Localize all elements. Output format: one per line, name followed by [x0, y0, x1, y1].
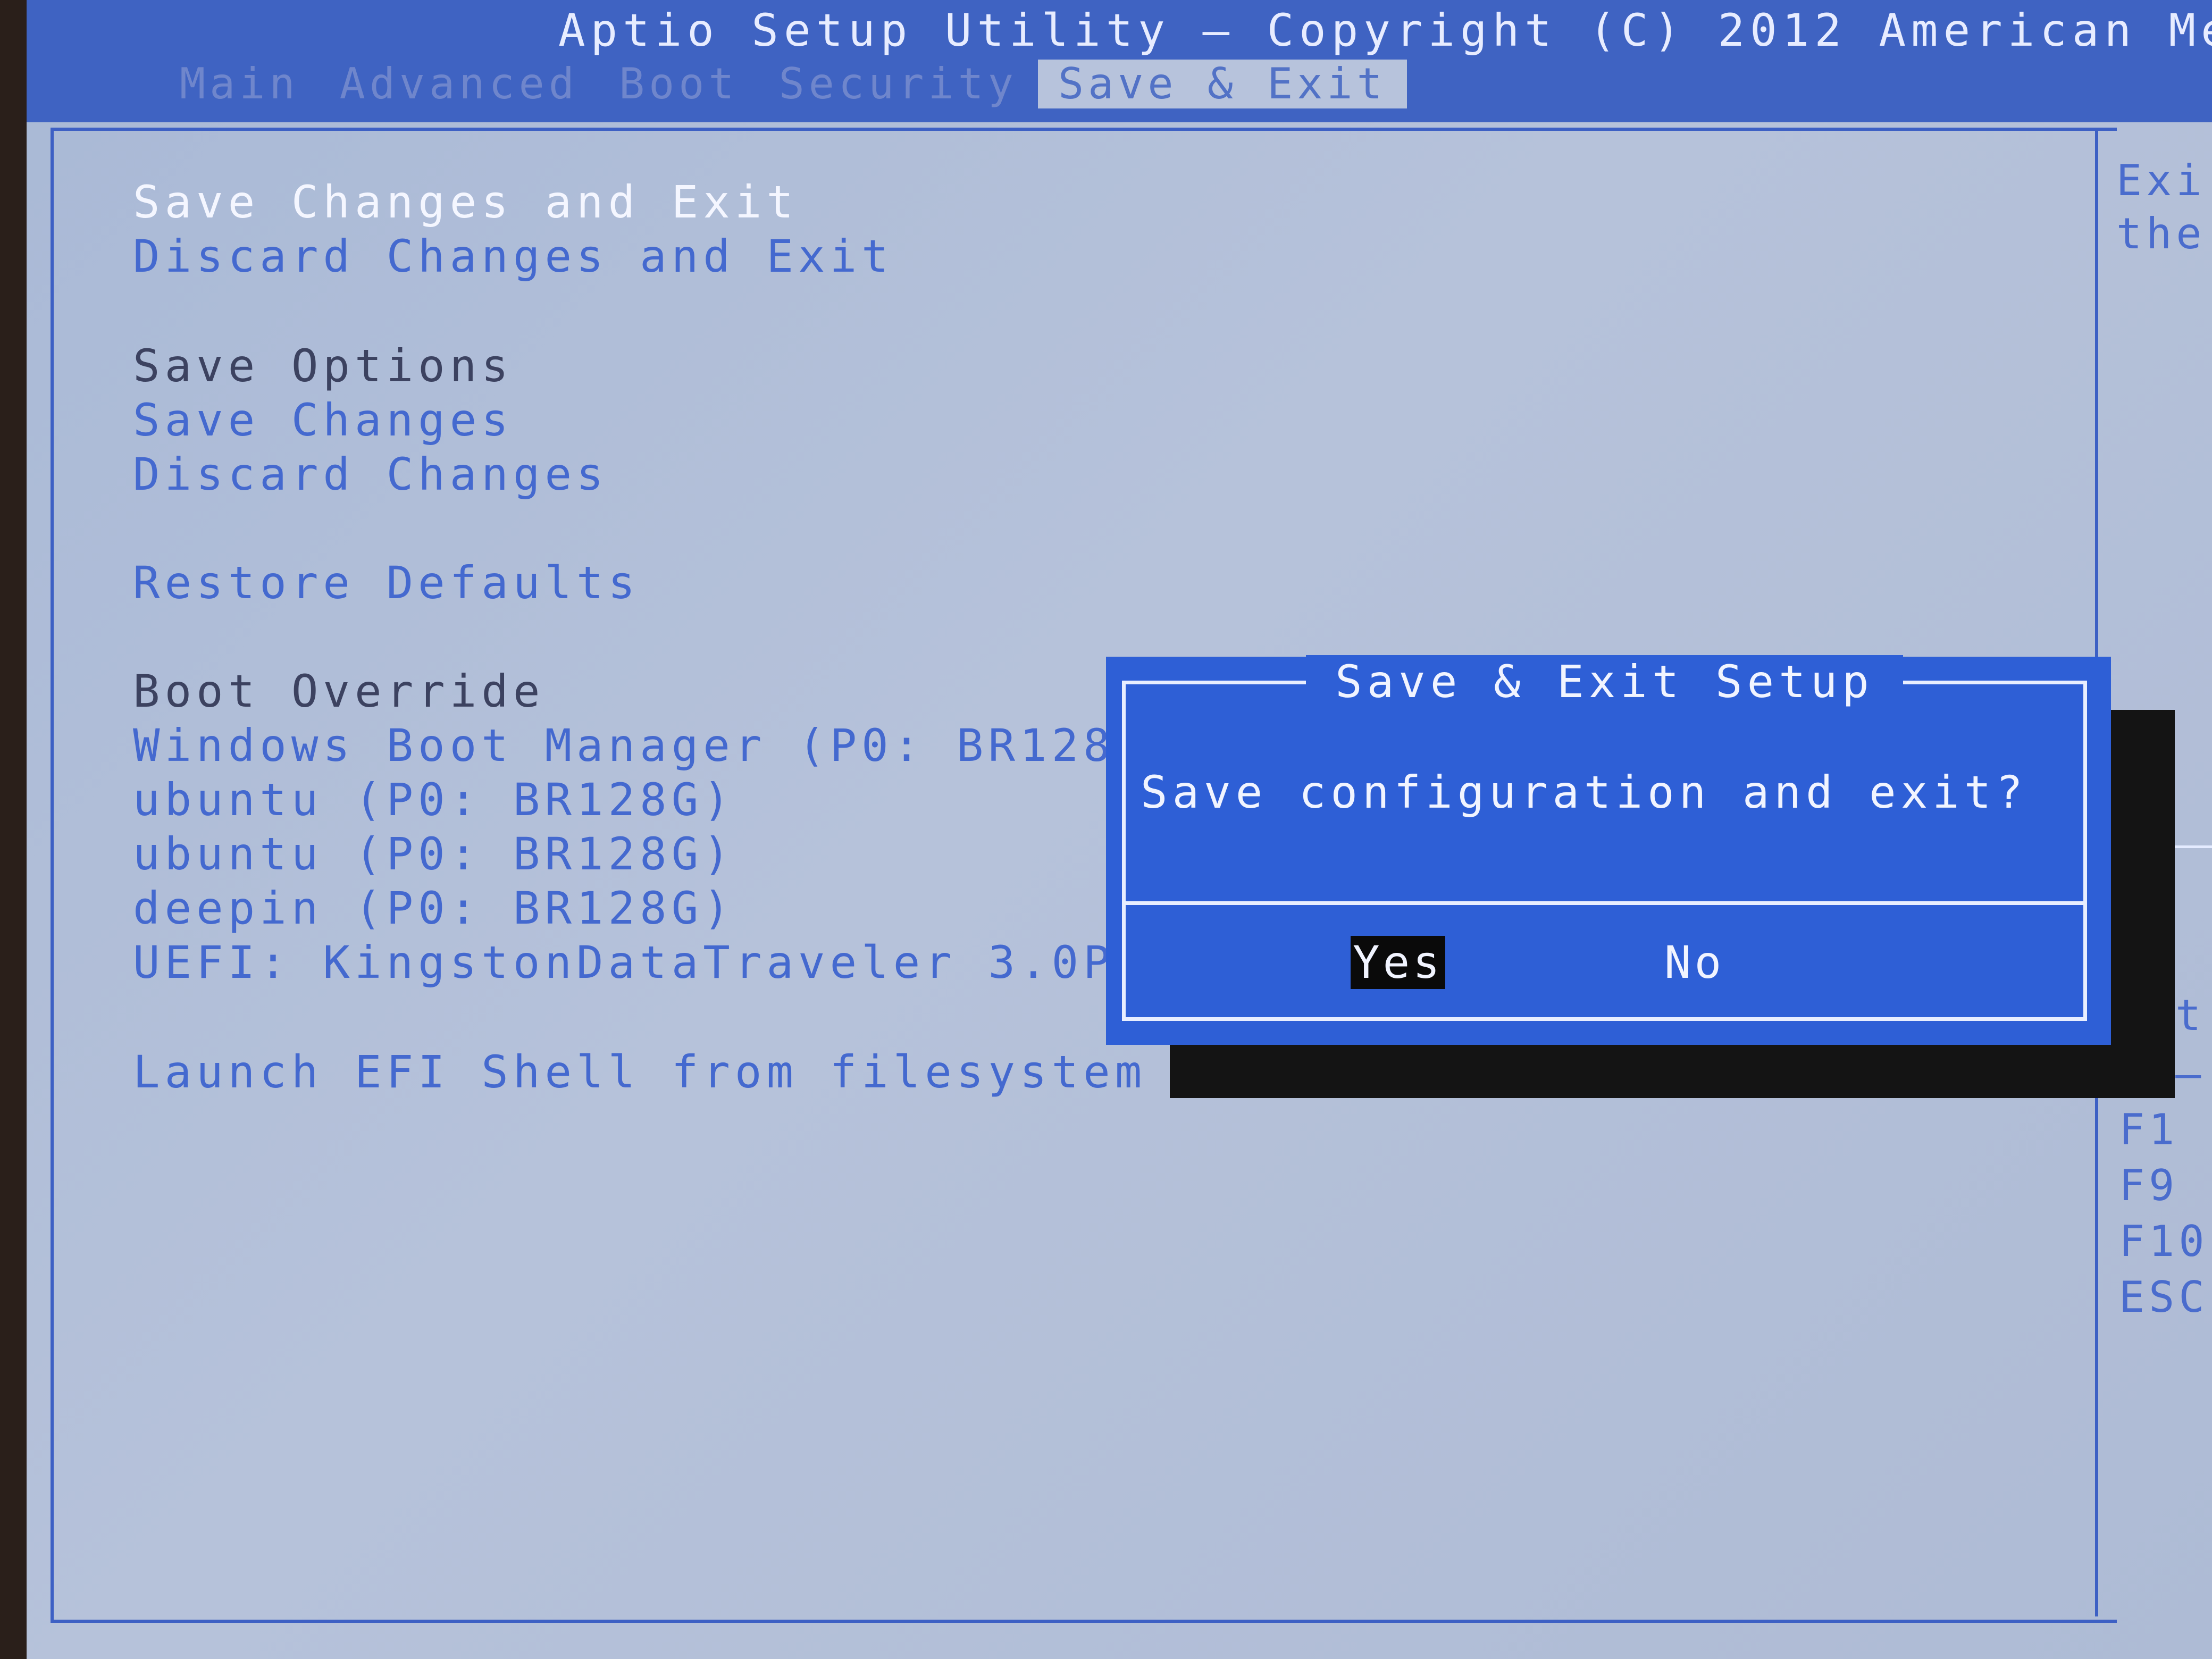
section-header-boot-override: Boot Override — [133, 665, 545, 717]
boot-override-item[interactable]: ubuntu (P0: BR128G) — [133, 773, 735, 826]
help-key-line: F1 — [2119, 1105, 2179, 1154]
tab-advanced[interactable]: Advanced — [320, 60, 599, 108]
tab-bar: Main Advanced Boot Security Save & Exit — [160, 60, 1407, 113]
help-key-line: F9 — [2119, 1161, 2179, 1210]
help-description-line: Exi — [2116, 156, 2206, 205]
menu-item-discard-changes[interactable]: Discard Changes — [133, 448, 608, 501]
help-key-line: F10 — [2119, 1217, 2209, 1266]
dialog-separator — [1122, 901, 2087, 905]
dialog-message: Save configuration and exit? — [1141, 766, 2028, 818]
title-bar: Aptio Setup Utility – Copyright (C) 2012… — [27, 0, 2212, 122]
app-title: Aptio Setup Utility – Copyright (C) 2012… — [558, 4, 2212, 56]
menu-item-launch-efi-shell[interactable]: Launch EFI Shell from filesystem — [133, 1045, 1146, 1099]
tab-security[interactable]: Security — [759, 60, 1038, 108]
bios-screen: Aptio Setup Utility – Copyright (C) 2012… — [27, 0, 2212, 1659]
no-button[interactable]: No — [1664, 936, 1724, 989]
tab-main[interactable]: Main — [160, 60, 320, 108]
boot-override-item[interactable]: Windows Boot Manager (P0: BR128 — [133, 719, 1115, 772]
dialog-title: Save & Exit Setup — [1306, 655, 1903, 708]
dialog-border: Save & Exit Setup — [1122, 655, 2087, 1021]
help-description-line: the — [2116, 209, 2206, 258]
section-header-save-options: Save Options — [133, 340, 513, 392]
menu-item-save-changes[interactable]: Save Changes — [133, 393, 513, 447]
dialog-title-wrap: Save & Exit Setup — [1126, 655, 2083, 708]
tab-save-and-exit[interactable]: Save & Exit — [1037, 60, 1407, 108]
yes-button[interactable]: Yes — [1351, 936, 1445, 989]
tab-boot[interactable]: Boot — [599, 60, 759, 108]
boot-override-item[interactable]: deepin (P0: BR128G) — [133, 882, 735, 935]
menu-item-save-changes-and-exit[interactable]: Save Changes and Exit — [133, 175, 798, 229]
boot-override-item[interactable]: UEFI: KingstonDataTraveler 3.0P — [133, 936, 1115, 989]
help-key-line: ESC — [2119, 1272, 2209, 1322]
boot-override-item[interactable]: ubuntu (P0: BR128G) — [133, 827, 735, 881]
menu-item-restore-defaults[interactable]: Restore Defaults — [133, 556, 640, 609]
save-exit-dialog: Save & Exit Setup Save configuration and… — [1106, 655, 2111, 1045]
menu-item-discard-changes-and-exit[interactable]: Discard Changes and Exit — [133, 230, 893, 283]
